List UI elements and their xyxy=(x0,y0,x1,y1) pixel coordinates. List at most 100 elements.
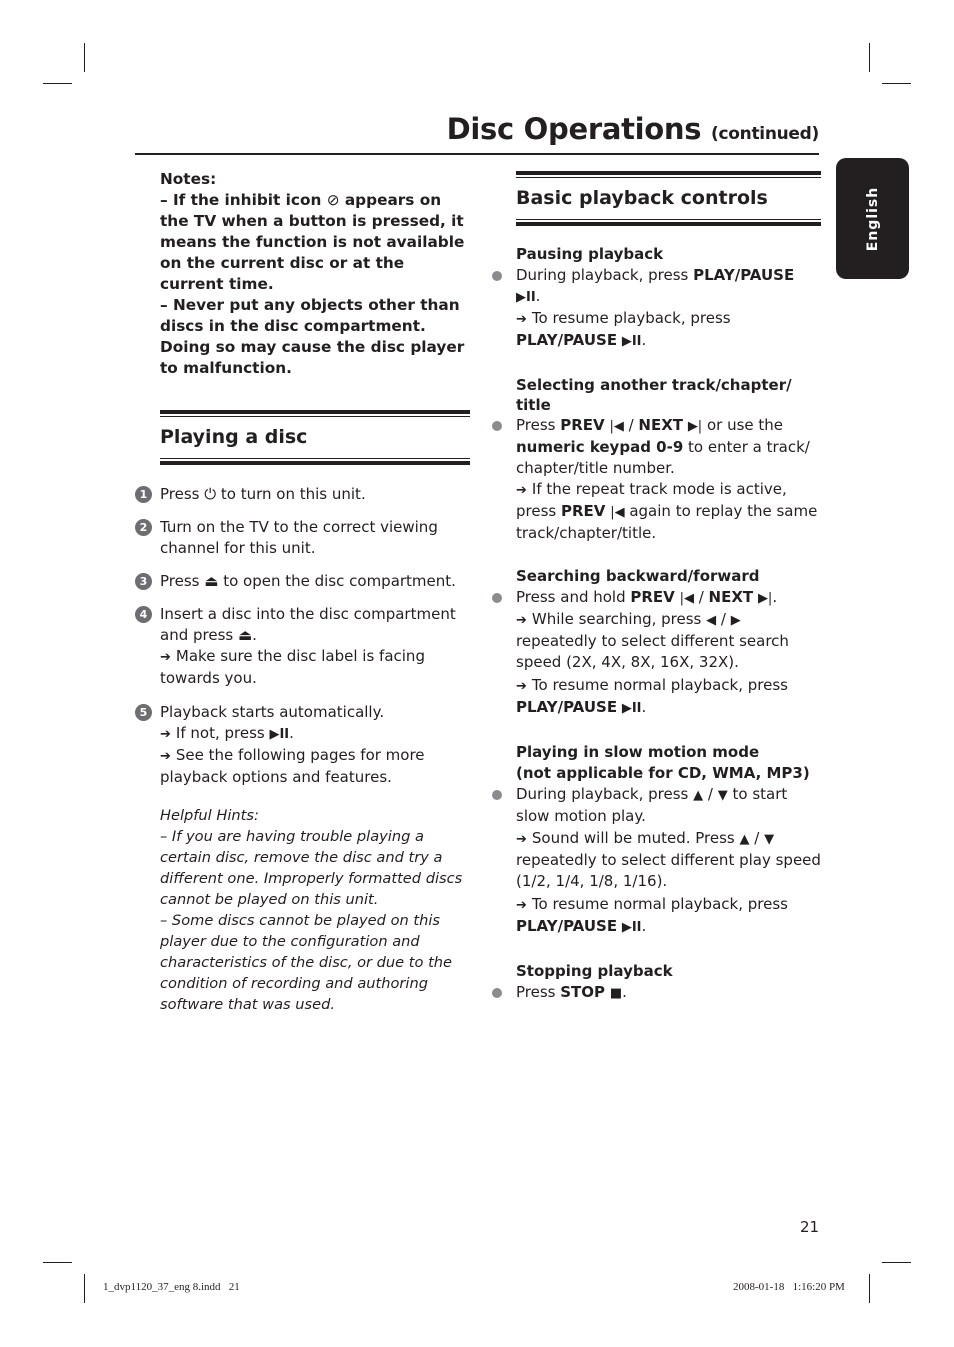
notes-heading: Notes: xyxy=(160,170,217,188)
subsection-heading: Stopping playback xyxy=(516,962,673,980)
eject-icon: ⏏ xyxy=(204,572,219,590)
previous-icon: |◀ xyxy=(679,591,694,606)
button-name: PREV xyxy=(561,502,606,520)
play-pause-icon: ▶II xyxy=(621,920,642,935)
button-name: NEXT xyxy=(638,416,684,434)
step-text: Turn on the TV to the correct viewing ch… xyxy=(160,518,438,557)
subsection-heading: Pausing playback xyxy=(516,245,664,263)
selecting-section: Selecting another track/chapter/ title P… xyxy=(492,375,821,544)
searching-section: Searching backward/forward Press and hol… xyxy=(492,566,821,719)
crop-mark xyxy=(882,1262,911,1263)
separator: / xyxy=(716,610,731,628)
section-header-basic-playback: Basic playback controls xyxy=(516,171,821,226)
previous-icon: |◀ xyxy=(610,505,625,520)
step-number: 2 xyxy=(135,519,152,536)
slow-motion-section: Playing in slow motion mode (not applica… xyxy=(492,742,821,938)
section-title: Basic playback controls xyxy=(516,187,768,209)
page-number: 21 xyxy=(800,1218,820,1236)
up-arrow-icon: ▲ xyxy=(693,788,704,803)
bullet-icon xyxy=(492,593,502,603)
result-text: To resume normal playback, press xyxy=(531,895,788,913)
step-text: . xyxy=(252,626,257,644)
button-name: PLAY/PAUSE xyxy=(516,917,618,935)
bullet-text: During playback, press xyxy=(516,266,694,284)
bullet-text: Press and hold xyxy=(516,588,631,606)
previous-icon: |◀ xyxy=(609,419,624,434)
next-icon: ▶| xyxy=(687,419,703,434)
down-arrow-icon: ▼ xyxy=(717,788,728,803)
crop-mark xyxy=(84,1274,85,1303)
bullet-item: Press PREV |◀ / NEXT ▶| or use the numer… xyxy=(492,415,821,544)
language-tab: English xyxy=(836,158,909,279)
button-name: PLAY/PAUSE xyxy=(693,266,795,284)
footer-timestamp: 2008-01-18 1:16:20 PM xyxy=(733,1281,845,1293)
section-header-playing: Playing a disc xyxy=(160,410,470,465)
play-pause-icon: ▶II xyxy=(269,727,290,742)
button-name: NEXT xyxy=(708,588,754,606)
punctuation: . xyxy=(289,724,294,742)
step-text: Insert a disc into the disc compartment … xyxy=(160,605,456,644)
crop-mark xyxy=(882,83,911,84)
bullet-item: Press STOP ■. xyxy=(492,982,821,1004)
bullet-text: Press xyxy=(516,983,561,1001)
steps-list: 1 Press ⏻ to turn on this unit. 2 Turn o… xyxy=(135,484,470,788)
left-arrow-icon: ◀ xyxy=(706,613,717,628)
arrow-icon: ➔ xyxy=(516,679,527,694)
step-number: 3 xyxy=(135,573,152,590)
section-title: Playing a disc xyxy=(160,426,308,448)
section-rule xyxy=(160,410,470,414)
result-text: To resume normal playback, press xyxy=(531,676,788,694)
button-name: STOP xyxy=(560,983,606,1001)
separator: / xyxy=(693,588,709,606)
step-number: 5 xyxy=(135,704,152,721)
result-text: To resume playback, press xyxy=(531,309,731,327)
step-number: 1 xyxy=(135,486,152,503)
bullet-text: or use the xyxy=(702,416,784,434)
step-item: 3 Press ⏏ to open the disc compartment. xyxy=(135,571,470,592)
note-item: – If the inhibit icon ⊘ appears on the T… xyxy=(160,190,470,295)
subsection-heading: Selecting another track/chapter/ title xyxy=(516,376,792,414)
bullet-item: During playback, press ▲ / ▼ to start sl… xyxy=(492,784,821,938)
section-rule xyxy=(516,171,821,175)
result-text: repeatedly to select different search sp… xyxy=(516,632,789,671)
bullet-item: During playback, press PLAY/PAUSE ▶II. ➔ T… xyxy=(492,265,821,352)
step-result: See the following pages for more playbac… xyxy=(160,746,425,786)
section-rule xyxy=(516,222,821,226)
up-arrow-icon: ▲ xyxy=(739,832,750,847)
arrow-icon: ➔ xyxy=(516,312,527,327)
separator: / xyxy=(703,785,718,803)
crop-mark xyxy=(43,83,72,84)
bullet-icon xyxy=(492,421,502,431)
step-result: If not, press xyxy=(175,724,270,742)
arrow-icon: ➔ xyxy=(516,898,527,913)
page-title-suffix: (continued) xyxy=(711,124,819,144)
stopping-section: Stopping playback Press STOP ■. xyxy=(492,961,821,1004)
step-text: to open the disc compartment. xyxy=(218,572,456,590)
crop-mark xyxy=(43,1262,72,1263)
hint-item: – If you are having trouble playing a ce… xyxy=(160,828,463,908)
helpful-hints: Helpful Hints: – If you are having troub… xyxy=(160,805,470,1015)
play-pause-icon: ▶II xyxy=(621,334,642,349)
result-text: While searching, press xyxy=(531,610,707,628)
note-text: – If the inhibit icon xyxy=(160,191,327,209)
arrow-icon: ➔ xyxy=(160,650,171,665)
bullet-icon xyxy=(492,271,502,281)
arrow-icon: ➔ xyxy=(516,613,527,628)
step-item: 4 Insert a disc into the disc compartmen… xyxy=(135,604,470,689)
bullet-text: Press xyxy=(516,416,561,434)
section-rule xyxy=(160,461,470,465)
button-name: PLAY/PAUSE xyxy=(516,698,618,716)
footer-file-name: 1_dvp1120_37_eng 8.indd 21 xyxy=(103,1281,240,1293)
next-icon: ▶| xyxy=(757,591,773,606)
crop-mark xyxy=(869,43,870,72)
step-item: 2 Turn on the TV to the correct viewing … xyxy=(135,517,470,559)
bullet-icon xyxy=(492,790,502,800)
separator: / xyxy=(749,829,765,847)
arrow-icon: ➔ xyxy=(160,749,171,764)
button-name: PREV xyxy=(630,588,675,606)
crop-mark xyxy=(84,43,85,72)
result-text: repeatedly to select different play spee… xyxy=(516,851,821,890)
button-name: PLAY/PAUSE xyxy=(516,331,618,349)
right-column: Basic playback controls Pausing playback… xyxy=(492,171,821,1004)
right-arrow-icon: ▶ xyxy=(730,613,741,628)
